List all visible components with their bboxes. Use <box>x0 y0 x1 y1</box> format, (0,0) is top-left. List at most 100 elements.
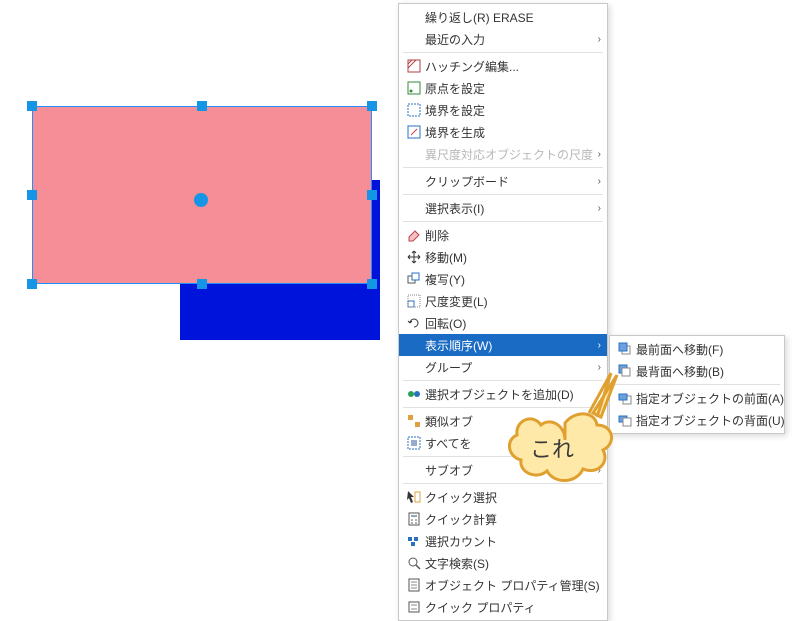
menu-label: 表示順序(W) <box>425 337 591 354</box>
submenu-item-send-back[interactable]: 最背面へ移動(B) <box>610 360 784 382</box>
copy-icon <box>403 271 425 287</box>
menu-label: サブオブ <box>425 462 591 479</box>
erase-icon <box>403 227 425 243</box>
menu-label: すべてを <box>425 435 601 452</box>
boundary-gen-icon <box>403 124 425 140</box>
menu-label: クイック プロパティ <box>425 599 601 616</box>
bring-front-icon <box>614 341 636 357</box>
menu-item-subobject[interactable]: サブオブ › <box>399 459 607 481</box>
menu-label: 原点を設定 <box>425 80 601 97</box>
hatch-icon <box>403 58 425 74</box>
menu-item-properties[interactable]: オブジェクト プロパティ管理(S) <box>399 574 607 596</box>
menu-item-add-selected[interactable]: 選択オブジェクトを追加(D) <box>399 383 607 405</box>
chevron-right-icon: › <box>591 176 601 187</box>
boundary-set-icon <box>403 102 425 118</box>
menu-item-scale[interactable]: 尺度変更(L) <box>399 290 607 312</box>
chevron-right-icon: › <box>591 465 601 476</box>
menu-item-gen-boundary[interactable]: 境界を生成 <box>399 121 607 143</box>
chevron-right-icon: › <box>591 203 601 214</box>
menu-item-quick-calc[interactable]: クイック計算 <box>399 508 607 530</box>
menu-item-quick-select[interactable]: クイック選択 <box>399 486 607 508</box>
menu-label: 類似オブ <box>425 413 601 430</box>
menu-item-move[interactable]: 移動(M) <box>399 246 607 268</box>
send-back-icon <box>614 363 636 379</box>
move-icon <box>403 249 425 265</box>
menu-label: 文字検索(S) <box>425 555 601 572</box>
bring-above-icon <box>614 390 636 406</box>
quick-select-icon <box>403 489 425 505</box>
menu-label: 回転(O) <box>425 315 601 332</box>
grip-center[interactable] <box>194 193 208 207</box>
menu-item-annotative-scale: 異尺度対応オブジェクトの尺度 › <box>399 143 607 165</box>
menu-label: 複写(Y) <box>425 271 601 288</box>
quick-properties-icon <box>403 599 425 615</box>
grip-handle[interactable] <box>367 279 377 289</box>
submenu-item-bring-front[interactable]: 最前面へ移動(F) <box>610 338 784 360</box>
menu-item-set-boundary[interactable]: 境界を設定 <box>399 99 607 121</box>
menu-item-selection-count[interactable]: 選択カウント <box>399 530 607 552</box>
menu-separator <box>403 407 603 408</box>
context-menu: 繰り返し(R) ERASE 最近の入力 › ハッチング編集... 原点を設定 境… <box>398 3 608 621</box>
menu-label: クリップボード <box>425 173 591 190</box>
menu-label: 最前面へ移動(F) <box>636 341 778 358</box>
menu-item-set-origin[interactable]: 原点を設定 <box>399 77 607 99</box>
menu-item-select-all[interactable]: すべてを <box>399 432 607 454</box>
menu-label: 尺度変更(L) <box>425 293 601 310</box>
menu-label: グループ <box>425 359 591 376</box>
chevron-right-icon: › <box>591 340 601 351</box>
menu-separator <box>403 483 603 484</box>
menu-item-rotate[interactable]: 回転(O) <box>399 312 607 334</box>
menu-label: 選択オブジェクトを追加(D) <box>425 386 601 403</box>
menu-item-copy[interactable]: 複写(Y) <box>399 268 607 290</box>
grip-handle[interactable] <box>27 190 37 200</box>
grip-handle[interactable] <box>197 279 207 289</box>
menu-item-select-similar[interactable]: 類似オブ <box>399 410 607 432</box>
menu-item-repeat[interactable]: 繰り返し(R) ERASE <box>399 6 607 28</box>
menu-label: クイック選択 <box>425 489 601 506</box>
add-selected-icon <box>403 386 425 402</box>
menu-label: ハッチング編集... <box>425 58 601 75</box>
menu-label: 異尺度対応オブジェクトの尺度 <box>425 146 593 163</box>
grip-handle[interactable] <box>367 101 377 111</box>
menu-item-group[interactable]: グループ › <box>399 356 607 378</box>
menu-label: 選択カウント <box>425 533 601 550</box>
menu-separator <box>403 380 603 381</box>
menu-label: 最背面へ移動(B) <box>636 363 778 380</box>
scale-icon <box>403 293 425 309</box>
menu-label: 選択表示(I) <box>425 200 591 217</box>
send-below-icon <box>614 412 636 428</box>
menu-separator <box>614 384 780 385</box>
menu-item-find[interactable]: 文字検索(S) <box>399 552 607 574</box>
grip-handle[interactable] <box>27 101 37 111</box>
menu-label: 境界を設定 <box>425 102 601 119</box>
select-all-icon <box>403 435 425 451</box>
menu-item-isolate[interactable]: 選択表示(I) › <box>399 197 607 219</box>
menu-item-hatch-edit[interactable]: ハッチング編集... <box>399 55 607 77</box>
chevron-right-icon: › <box>591 362 601 373</box>
menu-item-recent-input[interactable]: 最近の入力 › <box>399 28 607 50</box>
draw-order-submenu: 最前面へ移動(F) 最背面へ移動(B) 指定オブジェクトの前面(A) 指定オブジ… <box>609 335 785 434</box>
menu-separator <box>403 167 603 168</box>
menu-label: オブジェクト プロパティ管理(S) <box>425 577 601 594</box>
submenu-item-send-below[interactable]: 指定オブジェクトの背面(U) <box>610 409 784 431</box>
menu-label: 繰り返し(R) ERASE <box>425 9 601 26</box>
menu-label: 削除 <box>425 227 601 244</box>
menu-separator <box>403 456 603 457</box>
menu-item-clipboard[interactable]: クリップボード › <box>399 170 607 192</box>
count-icon <box>403 533 425 549</box>
menu-item-quick-properties[interactable]: クイック プロパティ <box>399 596 607 618</box>
menu-separator <box>403 194 603 195</box>
chevron-right-icon: › <box>591 34 601 45</box>
grip-handle[interactable] <box>197 101 207 111</box>
menu-label: 最近の入力 <box>425 31 591 48</box>
menu-label: 移動(M) <box>425 249 601 266</box>
submenu-item-bring-above[interactable]: 指定オブジェクトの前面(A) <box>610 387 784 409</box>
grip-handle[interactable] <box>27 279 37 289</box>
menu-item-erase[interactable]: 削除 <box>399 224 607 246</box>
chevron-right-icon: › <box>593 149 601 160</box>
search-icon <box>403 555 425 571</box>
grip-handle[interactable] <box>367 190 377 200</box>
menu-label: クイック計算 <box>425 511 601 528</box>
menu-item-draw-order[interactable]: 表示順序(W) › <box>399 334 607 356</box>
calc-icon <box>403 511 425 527</box>
